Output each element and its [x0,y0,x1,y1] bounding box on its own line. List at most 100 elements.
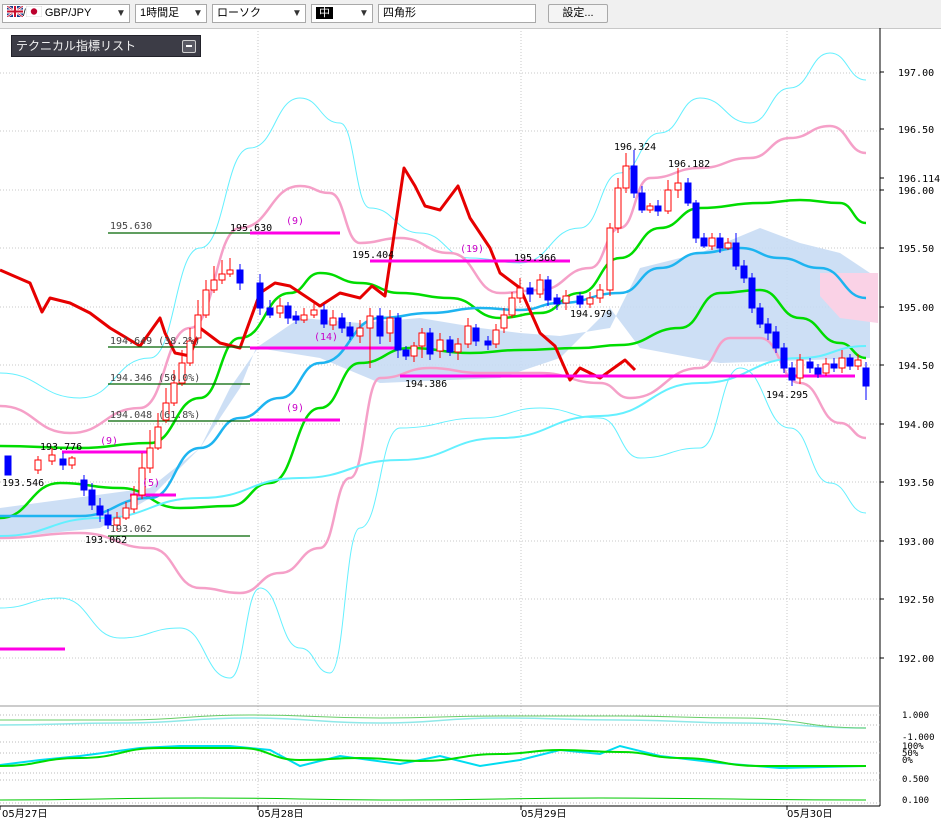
candle [646,205,654,211]
candle [454,343,462,353]
price-tick: 193.50 [898,478,934,489]
candle [553,297,561,305]
candle [300,314,308,321]
sub-tick: 0.100 [902,796,929,806]
chevron-down-icon: ▼ [116,8,126,19]
count-label: (9) [100,436,118,447]
size-select[interactable]: 中 ▼ [311,4,373,23]
candle [426,332,434,355]
timeframe-select[interactable]: 1時間足 ▼ [135,4,207,23]
price-label: 193.546 [2,478,44,489]
candle [772,331,780,349]
candle [536,279,544,295]
candle [830,363,838,369]
candle [146,447,154,469]
price-tick: 196.00 [898,186,934,197]
candle [764,323,772,334]
price-label: 195.630 [230,223,272,234]
candle [210,279,218,291]
fib-label: 193.062 [110,524,152,535]
candle [516,287,524,299]
candle [402,349,410,357]
candle [310,309,318,316]
candle [226,269,234,275]
candle [854,359,862,367]
price-tick: 197.00 [898,68,934,79]
uk-flag-icon [6,5,24,18]
candle [68,457,76,466]
count-label: (9) [286,216,304,227]
symbol-select[interactable]: / GBP/JPY ▼ [2,4,130,23]
time-axis: 05月27日 05月28日 05月29日 05月30日 [0,805,880,818]
timeframe-label: 1時間足 [140,7,180,19]
minimize-icon[interactable] [182,40,196,53]
indicator-list-panel[interactable]: テクニカル指標リスト [11,35,201,57]
candle [732,242,740,267]
sub-tick: 0% [902,756,913,766]
price-label: 196.182 [668,159,710,170]
candle [740,265,748,279]
candle [692,202,700,239]
candle [508,297,516,316]
candle [654,205,662,212]
sub-tick: 0.500 [902,775,929,785]
candle [202,289,210,316]
chart-area[interactable]: 195.630 194.649 (38.2%) 194.346 (50.0%) 194… [0,28,941,818]
price-tick: 192.00 [898,654,934,665]
candle [266,307,274,316]
candle [236,269,244,284]
candle [716,237,724,249]
fib-label: 194.048 (61.8%) [110,410,200,421]
price-label: 195.366 [514,253,556,264]
candle [724,242,732,249]
candle [410,345,418,357]
candle [88,489,96,506]
chevron-down-icon: ▼ [359,8,369,19]
candle [526,287,534,295]
chart-type-select[interactable]: ローソク ▼ [212,4,306,23]
price-label: 194.979 [570,309,612,320]
candle [822,363,830,374]
jp-flag-icon [25,5,43,18]
fib-label: 194.346 (50.0%) [110,373,200,384]
candle [806,361,814,369]
candle [576,295,584,305]
candle [48,454,56,462]
candle [418,332,426,347]
draw-shape-field[interactable]: 四角形 [378,4,536,23]
candle [59,458,67,466]
price-tick: 194.00 [898,420,934,431]
price-tick: 192.50 [898,595,934,606]
candle [708,237,716,247]
candle [544,279,552,301]
candle [684,182,692,204]
time-tick: 05月27日 [2,808,47,818]
candle [622,165,630,189]
settings-button[interactable]: 設定... [548,4,608,23]
candle [700,237,708,247]
candle [320,309,328,325]
candle [756,307,764,325]
price-label: 193.776 [40,442,82,453]
candle [664,189,672,212]
price-label: 194.386 [405,379,447,390]
price-label: 196.324 [614,142,656,153]
price-tick: 196.114 [898,174,940,185]
candle [276,305,284,314]
candle [218,273,226,281]
price-label: 193.062 [85,535,127,546]
candle [338,317,346,329]
count-label: (14) [314,332,338,343]
candle [814,367,822,375]
candle [154,426,162,449]
candle [170,382,178,404]
toolbar: / GBP/JPY ▼ 1時間足 ▼ ローソク ▼ 中 ▼ 四角形 設定... [0,0,941,29]
candle [464,325,472,345]
candle [838,357,846,369]
candle [596,289,604,299]
sub-bottom-line [0,797,867,801]
indicator-list-title: テクニカル指標リスト [16,39,137,53]
chart-type-label: ローソク [217,7,261,19]
candle [472,327,480,342]
candle [4,455,12,476]
